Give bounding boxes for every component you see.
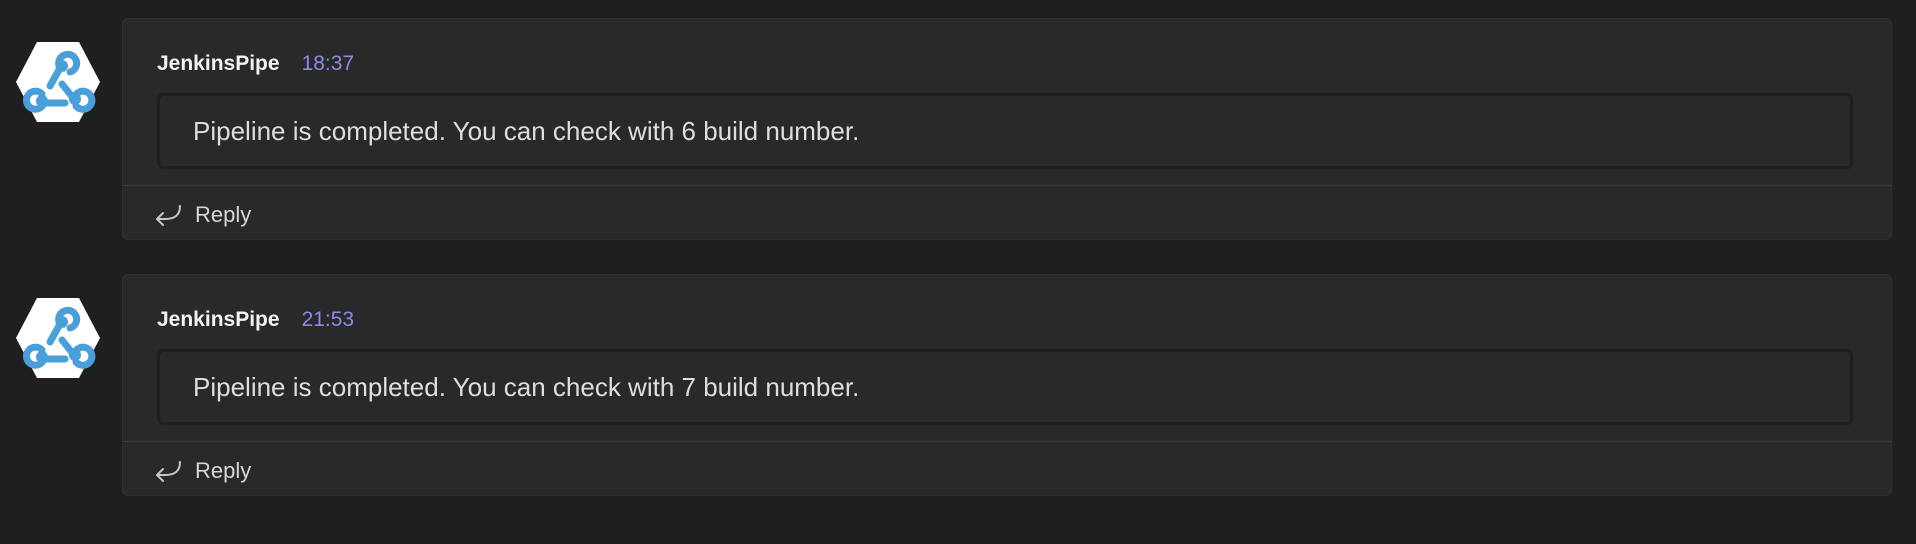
author-name[interactable]: JenkinsPipe: [157, 52, 280, 76]
message-header: JenkinsPipe 18:37: [157, 49, 354, 79]
avatar[interactable]: [16, 296, 100, 380]
message-timestamp[interactable]: 21:53: [302, 308, 355, 332]
message-text: Pipeline is completed. You can check wit…: [193, 371, 860, 402]
message-item: JenkinsPipe 18:37 Pipeline is completed.…: [0, 18, 1916, 240]
message-card: JenkinsPipe 21:53 Pipeline is completed.…: [122, 274, 1892, 496]
reply-button[interactable]: Reply: [153, 453, 251, 489]
message-timestamp[interactable]: 18:37: [302, 52, 355, 76]
message-thread: JenkinsPipe 18:37 Pipeline is completed.…: [0, 0, 1916, 544]
reply-label: Reply: [195, 202, 252, 227]
message-text: Pipeline is completed. You can check wit…: [193, 115, 860, 146]
webhook-icon: [16, 42, 100, 122]
reply-arrow-icon: [153, 459, 183, 483]
divider: [123, 441, 1891, 442]
reply-arrow-icon: [153, 203, 183, 227]
message-item: JenkinsPipe 21:53 Pipeline is completed.…: [0, 274, 1916, 496]
author-name[interactable]: JenkinsPipe: [157, 308, 280, 332]
webhook-icon: [16, 298, 100, 378]
message-header: JenkinsPipe 21:53: [157, 305, 354, 335]
message-body: Pipeline is completed. You can check wit…: [157, 349, 1853, 425]
message-card: JenkinsPipe 18:37 Pipeline is completed.…: [122, 18, 1892, 240]
divider: [123, 185, 1891, 186]
reply-label: Reply: [195, 458, 252, 483]
reply-button[interactable]: Reply: [153, 197, 251, 233]
message-body: Pipeline is completed. You can check wit…: [157, 93, 1853, 169]
avatar[interactable]: [16, 40, 100, 124]
